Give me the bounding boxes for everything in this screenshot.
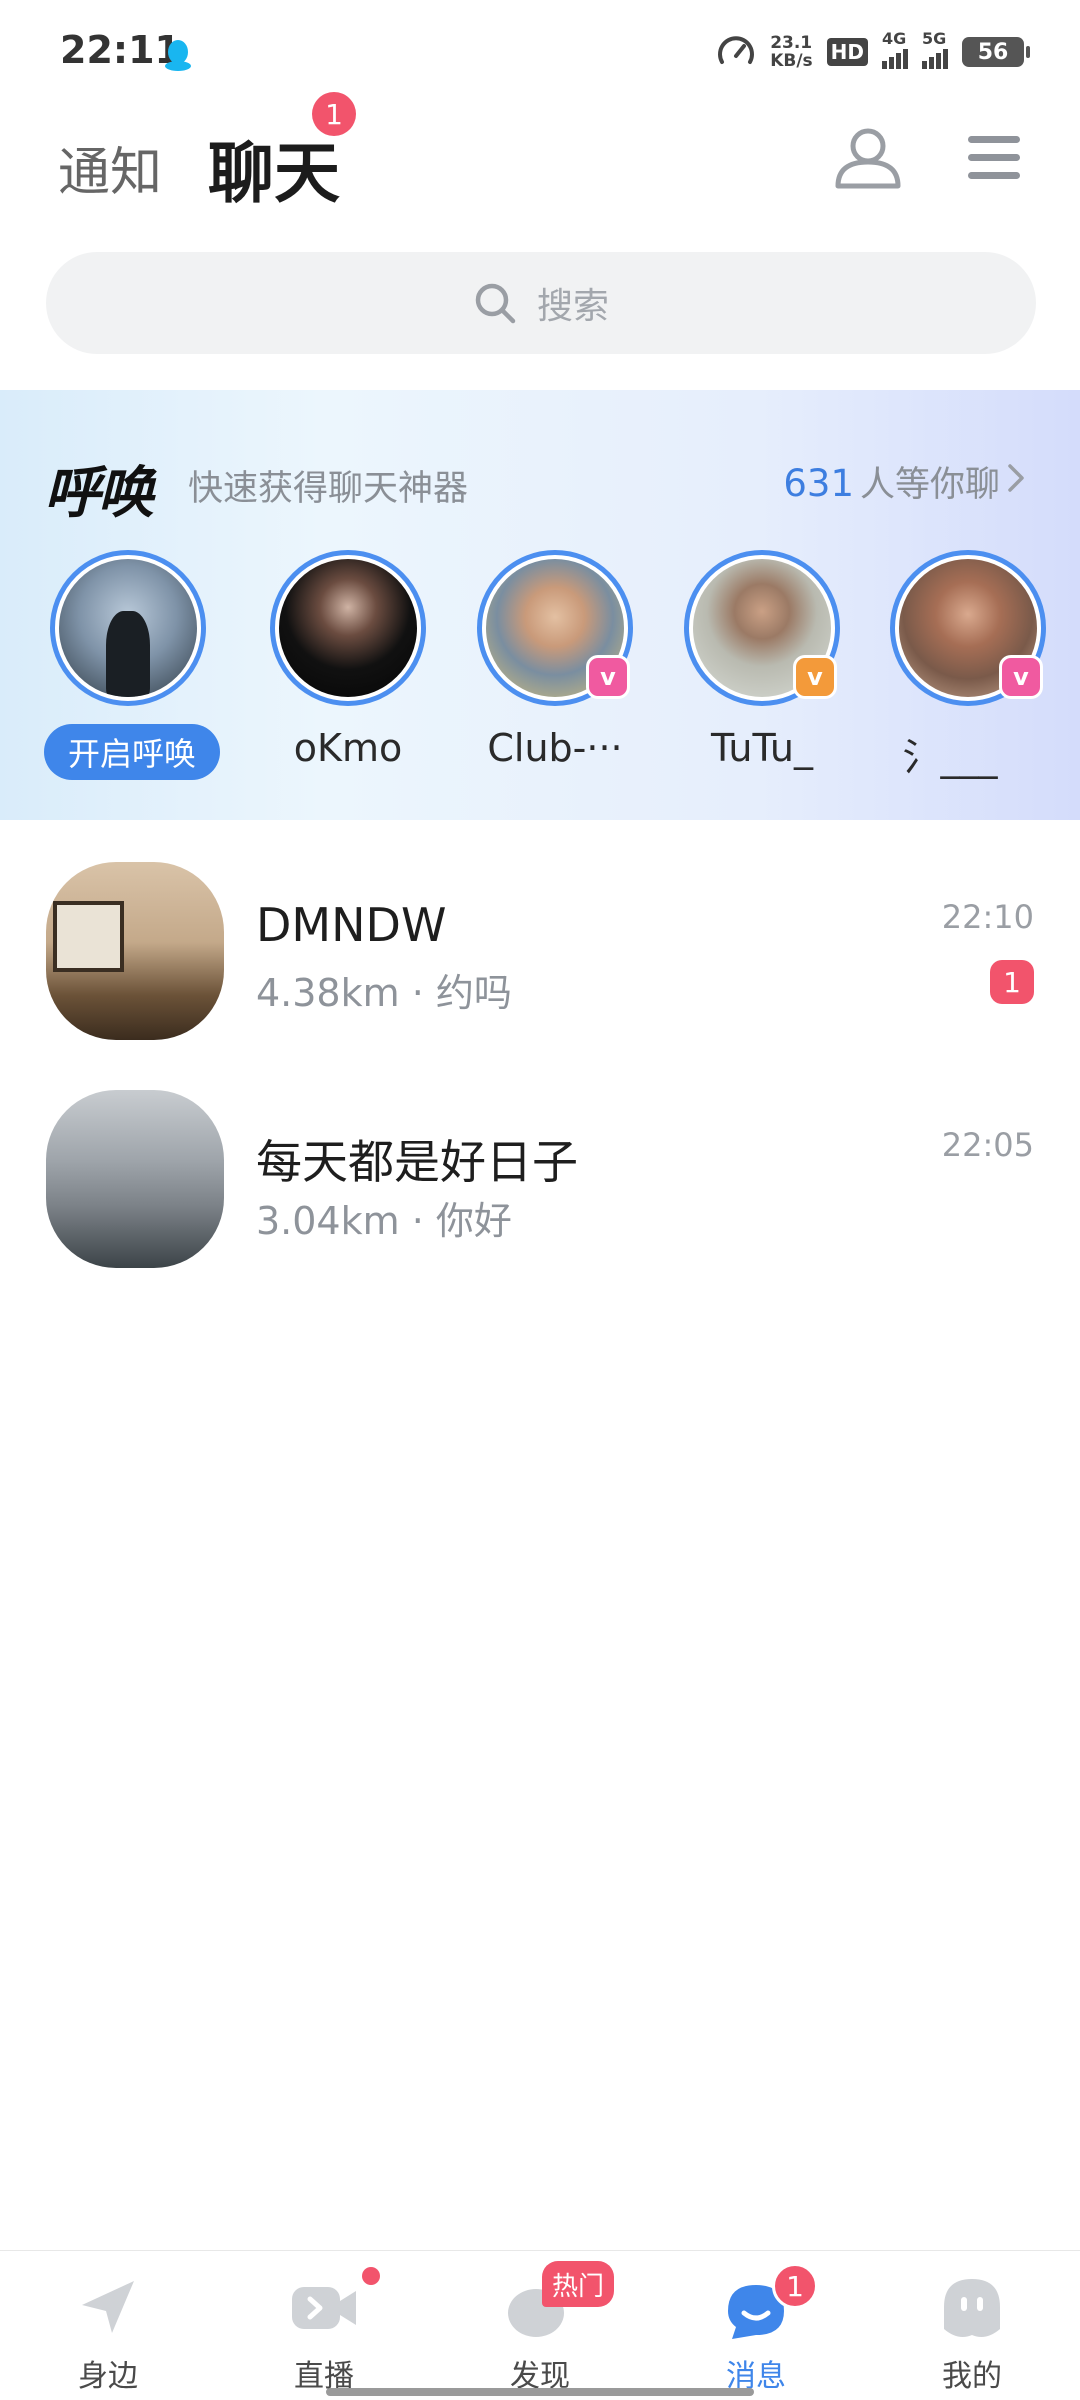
start-call-button[interactable]: 开启呼唤 <box>44 724 220 780</box>
chevron-right-icon[interactable] <box>1006 462 1028 494</box>
nav-item-discover[interactable]: 热门 发现 <box>432 2251 648 2400</box>
avatar[interactable] <box>46 1090 224 1268</box>
avatar[interactable] <box>50 550 206 706</box>
header: 通知 聊天 1 <box>0 92 1080 220</box>
chat-distance: 4.38km <box>256 971 400 1015</box>
battery-level: 56 <box>977 39 1009 65</box>
call-subtitle: 快速获得聊天神器 <box>188 469 469 509</box>
call-waiting-link[interactable]: 631 人等你聊 <box>783 456 1000 507</box>
bottom-nav: 身边 直播 热门 发现 1 消息 我的 <box>0 2250 1080 2400</box>
chat-row[interactable]: 每天都是好日子 3.04km · 你好 22:05 <box>0 1048 1080 1276</box>
call-waiting-text: 人等你聊 <box>859 465 1000 505</box>
caller-item[interactable]: v 氵___ <box>840 550 1050 800</box>
tab-notifications[interactable]: 通知 <box>58 130 162 205</box>
caller-self[interactable]: 开启呼唤 <box>0 550 220 800</box>
chat-list: DMNDW 4.38km · 约吗 22:10 1 每天都是好日子 3.04km… <box>0 820 1080 1276</box>
profile-icon <box>944 2279 1000 2337</box>
qq-notification-icon <box>165 40 191 71</box>
call-logo: 呼唤 <box>44 461 154 526</box>
speedometer-icon <box>718 36 755 64</box>
search-placeholder: 搜索 <box>536 286 609 327</box>
avatar[interactable]: v <box>477 550 633 706</box>
nav-item-messages[interactable]: 1 消息 <box>648 2251 864 2400</box>
hd-voice-icon: HD <box>826 38 868 66</box>
new-dot <box>362 2267 380 2285</box>
signal-4g-icon: 4G <box>882 29 908 69</box>
unread-badge: 1 <box>990 960 1034 1004</box>
live-icon <box>292 2287 356 2329</box>
nav-item-profile[interactable]: 我的 <box>864 2251 1080 2400</box>
chat-message: 约吗 <box>435 971 512 1015</box>
avatar[interactable] <box>46 862 224 1040</box>
signal-4g-label: 4G <box>882 29 907 48</box>
search-bar[interactable]: 搜索 <box>46 252 1036 354</box>
avatar[interactable]: v <box>684 550 840 706</box>
nav-label: 我的 <box>942 2359 1002 2394</box>
verified-badge: v <box>793 655 837 699</box>
chat-name: DMNDW <box>256 898 447 952</box>
chat-row[interactable]: DMNDW 4.38km · 约吗 22:10 1 <box>0 820 1080 1048</box>
nearby-icon <box>82 2281 134 2333</box>
home-indicator[interactable] <box>326 2388 754 2396</box>
status-time: 22:11 <box>60 28 181 72</box>
call-waiting-count: 631 <box>783 462 854 505</box>
caller-list: 开启呼唤 oKmo v Club-··· v TuTu_ v 氵___ <box>0 550 1080 800</box>
chat-preview: 4.38km · 约吗 <box>256 962 512 1017</box>
chat-preview: 3.04km · 你好 <box>256 1190 512 1245</box>
signal-5g-label: 5G <box>922 29 947 48</box>
verified-badge: v <box>999 655 1043 699</box>
caller-item[interactable]: v TuTu_ <box>634 550 844 800</box>
caller-item[interactable]: oKmo <box>220 550 430 800</box>
chat-name: 每天都是好日子 <box>256 1135 578 1189</box>
avatar-photo <box>279 559 417 697</box>
chat-distance: 3.04km <box>256 1199 400 1243</box>
caller-item[interactable]: v Club-··· <box>427 550 637 800</box>
status-indicators: 23.1 KB/s HD 4G 5G 56 <box>716 29 1030 74</box>
tab-chat-badge: 1 <box>312 92 356 136</box>
tab-chat[interactable]: 聊天 <box>208 120 340 216</box>
menu-icon[interactable] <box>966 130 1022 186</box>
nav-label: 身边 <box>78 2359 138 2394</box>
chat-message: 你好 <box>435 1199 512 1243</box>
nav-item-nearby[interactable]: 身边 <box>0 2251 216 2400</box>
chat-time: 22:10 <box>941 898 1034 936</box>
avatar-photo <box>59 559 197 697</box>
chat-time: 22:05 <box>941 1126 1034 1164</box>
status-bar: 22:11 23.1 KB/s HD 4G 5G 56 <box>0 0 1080 100</box>
message-count-badge: 1 <box>772 2263 818 2309</box>
search-icon <box>475 283 516 324</box>
hot-badge: 热门 <box>542 2261 615 2307</box>
nav-item-live[interactable]: 直播 <box>216 2251 432 2400</box>
network-speed-unit: KB/s <box>770 51 813 71</box>
avatar[interactable] <box>270 550 426 706</box>
network-speed: 23.1 KB/s <box>770 34 812 70</box>
verified-badge: v <box>586 655 630 699</box>
separator-dot: · <box>411 971 436 1015</box>
caller-name: 氵___ <box>902 735 998 779</box>
signal-5g-icon: 5G <box>922 29 948 69</box>
separator-dot: · <box>411 1199 436 1243</box>
contacts-icon[interactable] <box>830 122 906 192</box>
avatar[interactable]: v <box>890 550 1046 706</box>
battery-icon: 56 <box>962 37 1030 67</box>
network-speed-value: 23.1 <box>770 33 813 53</box>
call-banner[interactable]: 呼唤 快速获得聊天神器 631 人等你聊 开启呼唤 oKmo v Club-··… <box>0 390 1080 820</box>
